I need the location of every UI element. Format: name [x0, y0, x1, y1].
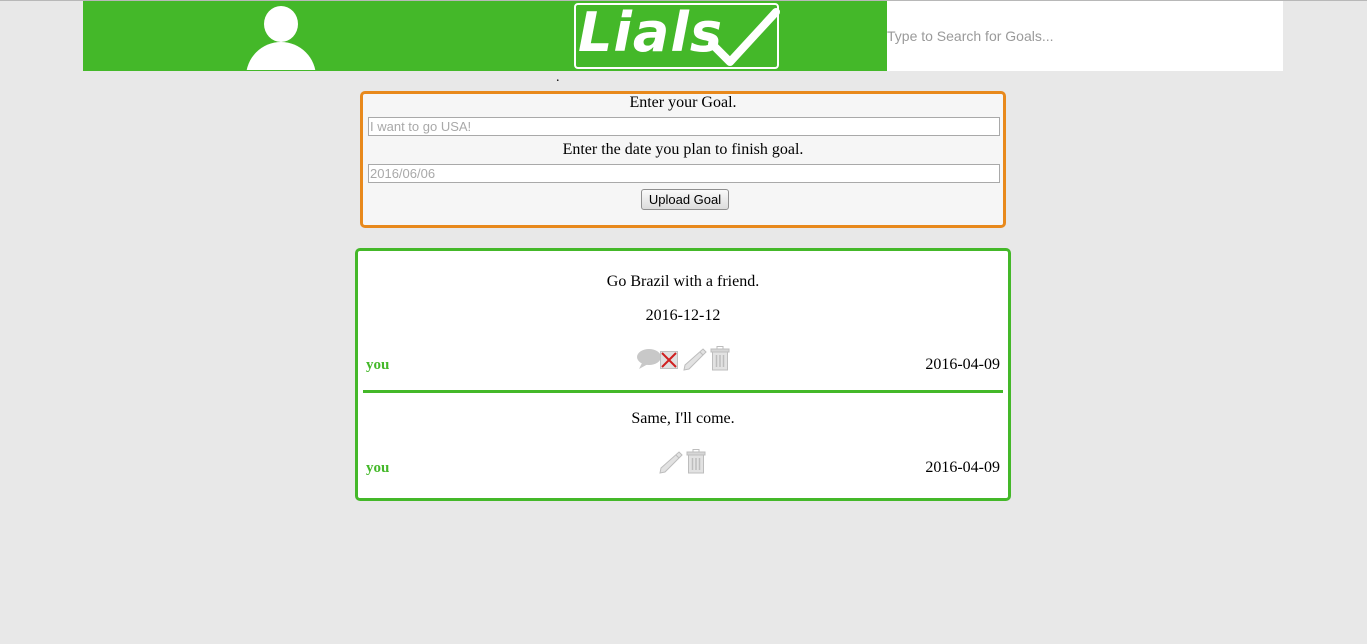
goal-form: Enter your Goal. Enter the date you plan… [360, 91, 1006, 228]
upload-goal-button[interactable]: Upload Goal [641, 189, 729, 210]
comment-posted-date: 2016-04-09 [925, 459, 1000, 476]
pencil-icon[interactable] [683, 347, 707, 371]
goal-card: Go Brazil with a friend. 2016-12-12 you … [355, 248, 1011, 501]
goal-input[interactable] [368, 117, 1000, 136]
logo-text: Lials [578, 1, 724, 64]
app-logo[interactable]: Lials [574, 1, 780, 69]
date-label: Enter the date you plan to finish goal. [562, 141, 804, 158]
separator-dot: . [556, 70, 560, 85]
goal-text: Go Brazil with a friend. [606, 273, 760, 290]
checkmark-icon [708, 8, 780, 66]
goal-label: Enter your Goal. [629, 94, 737, 111]
user-icon[interactable] [245, 4, 317, 70]
trash-icon[interactable] [686, 449, 706, 474]
trash-icon[interactable] [710, 346, 730, 371]
close-icon[interactable] [660, 351, 678, 369]
date-input[interactable] [368, 164, 1000, 183]
app-header: Lials [83, 1, 887, 71]
comment-divider [363, 390, 1003, 393]
pencil-icon[interactable] [659, 450, 683, 474]
goal-author[interactable]: you [366, 357, 389, 374]
comment-text: Same, I'll come. [631, 410, 735, 427]
goal-posted-date: 2016-04-09 [925, 356, 1000, 373]
user-icon-body [246, 42, 316, 70]
user-icon-head [264, 6, 298, 42]
comment-icon[interactable] [636, 348, 662, 370]
search-input[interactable] [887, 1, 1283, 71]
comment-author[interactable]: you [366, 460, 389, 477]
goal-target-date: 2016-12-12 [645, 307, 721, 324]
